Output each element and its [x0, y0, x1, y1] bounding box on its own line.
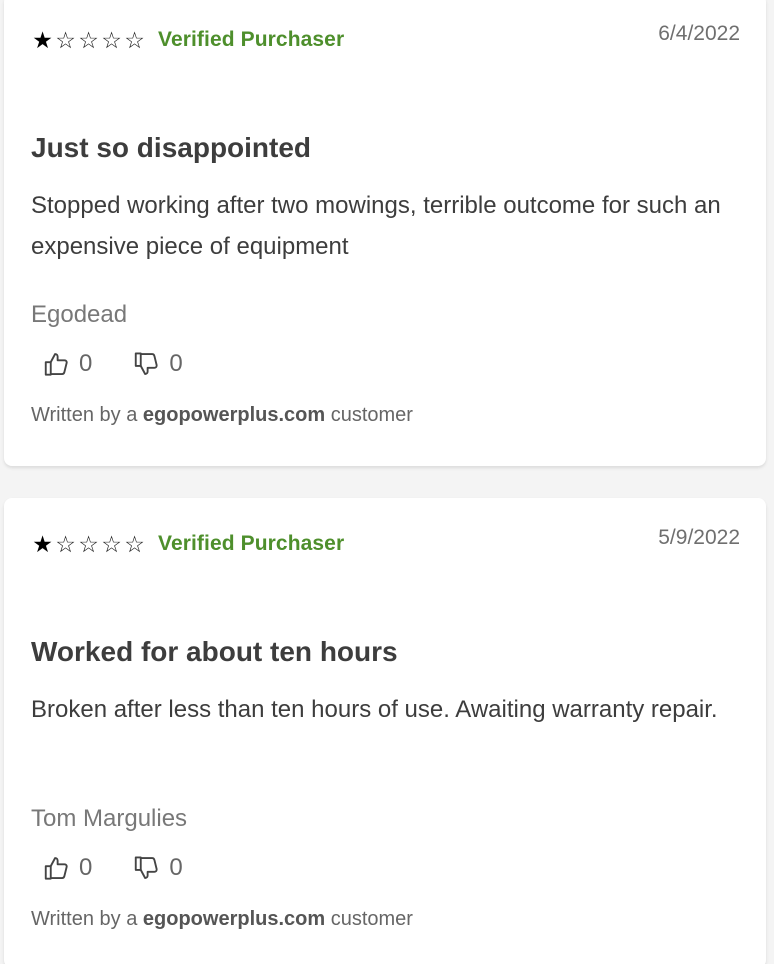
byline-prefix: Written by a	[31, 908, 138, 930]
star-empty-icon: ☆	[78, 530, 99, 557]
thumbs-up-icon	[44, 353, 68, 376]
review-author: Tom Margulies	[31, 805, 188, 832]
verified-badge: Verified Purchaser	[158, 532, 345, 555]
review-votes: 0 0	[42, 349, 223, 379]
helpful-vote-button[interactable]: 0	[42, 349, 92, 379]
star-rating: ★ ☆ ☆ ☆ ☆	[31, 530, 146, 557]
byline-suffix: customer	[330, 908, 413, 930]
byline-suffix: customer	[330, 404, 413, 426]
verified-badge: Verified Purchaser	[158, 28, 345, 51]
review-header: ★ ☆ ☆ ☆ ☆ Verified Purchaser	[31, 532, 344, 556]
star-filled-icon: ★	[32, 530, 53, 557]
review-body: Stopped working after two mowings, terri…	[31, 192, 721, 260]
byline-site: egopowerplus.com	[142, 404, 326, 426]
helpful-count: 0	[79, 350, 93, 377]
helpful-vote-button[interactable]: 0	[42, 853, 92, 883]
star-empty-icon: ☆	[101, 530, 122, 557]
thumbs-up-icon	[44, 857, 68, 880]
thumbs-down-icon	[135, 856, 158, 879]
review-card: ★ ☆ ☆ ☆ ☆ Verified Purchaser 5/9/2022 Wo…	[4, 498, 766, 964]
star-empty-icon: ☆	[124, 26, 145, 53]
review-author: Egodead	[31, 301, 128, 328]
review-card: ★ ☆ ☆ ☆ ☆ Verified Purchaser 6/4/2022 Ju…	[4, 0, 766, 466]
unhelpful-count: 0	[169, 350, 183, 377]
star-empty-icon: ☆	[78, 26, 99, 53]
review-byline: Written by a egopowerplus.com customer	[31, 908, 413, 931]
reviews-list: ★ ☆ ☆ ☆ ☆ Verified Purchaser 6/4/2022 Ju…	[0, 0, 774, 964]
star-filled-icon: ★	[32, 26, 53, 53]
review-header: ★ ☆ ☆ ☆ ☆ Verified Purchaser	[31, 28, 344, 52]
review-date: 6/4/2022	[658, 22, 740, 45]
star-empty-icon: ☆	[55, 530, 76, 557]
review-title: Just so disappointed	[31, 132, 312, 163]
byline-site: egopowerplus.com	[142, 908, 326, 930]
review-body: Broken after less than ten hours of use.…	[31, 696, 718, 723]
review-title: Worked for about ten hours	[31, 636, 398, 667]
star-empty-icon: ☆	[124, 530, 145, 557]
thumbs-down-icon	[135, 352, 158, 375]
unhelpful-vote-button[interactable]: 0	[132, 853, 183, 883]
star-rating: ★ ☆ ☆ ☆ ☆	[31, 26, 146, 53]
star-empty-icon: ☆	[55, 26, 76, 53]
review-byline: Written by a egopowerplus.com customer	[31, 404, 413, 427]
byline-prefix: Written by a	[31, 404, 138, 426]
review-date: 5/9/2022	[658, 526, 740, 549]
unhelpful-count: 0	[169, 854, 183, 881]
unhelpful-vote-button[interactable]: 0	[132, 349, 183, 379]
helpful-count: 0	[79, 854, 93, 881]
star-empty-icon: ☆	[101, 26, 122, 53]
review-votes: 0 0	[42, 853, 223, 883]
